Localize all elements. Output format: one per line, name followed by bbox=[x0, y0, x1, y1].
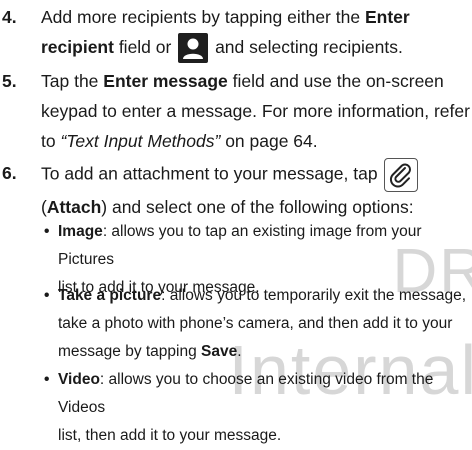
step-number: 6. bbox=[2, 163, 17, 183]
cross-reference: “Text Input Methods” bbox=[60, 131, 221, 151]
step-5: 5. Tap the Enter message field and use t… bbox=[0, 66, 472, 156]
option-video: • Video: allows you to choose an existin… bbox=[44, 371, 434, 444]
option-take-a-picture: • Take a picture: allows you to temporar… bbox=[44, 287, 467, 360]
step-6: 6. To add an attachment to your message,… bbox=[0, 158, 472, 222]
step-number: 5. bbox=[2, 71, 17, 91]
person-icon bbox=[178, 33, 209, 64]
paperclip-icon bbox=[384, 158, 419, 192]
step-4: 4. Add more recipients by tapping either… bbox=[0, 2, 472, 64]
step-number: 4. bbox=[2, 7, 17, 27]
